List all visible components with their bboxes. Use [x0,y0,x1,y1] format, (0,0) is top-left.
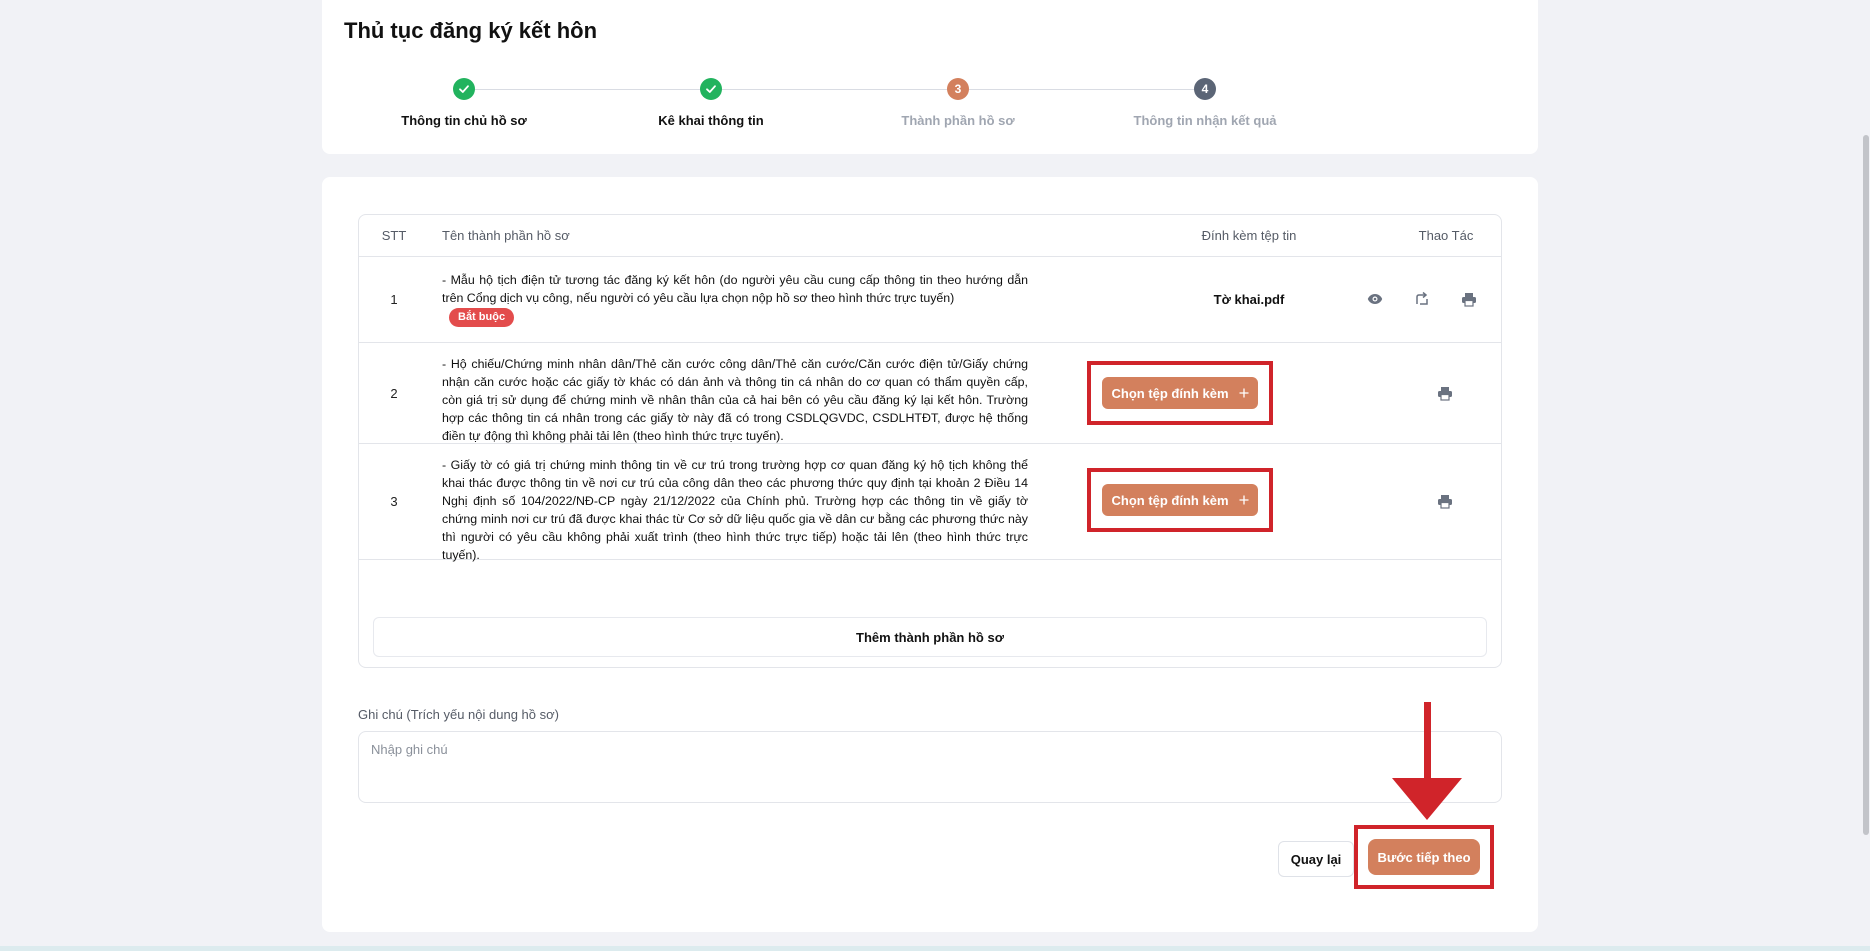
note-label: Ghi chú (Trích yếu nội dung hồ sơ) [358,707,559,722]
table-row: 1 - Mẫu hộ tịch điện tử tương tác đăng k… [359,257,1501,343]
printer-icon[interactable] [1434,490,1456,512]
step-1: Thông tin chủ hồ sơ [364,76,564,128]
step-3: 3 Thành phần hồ sơ [858,76,1058,128]
attach-file-button[interactable]: Chọn tệp đính kèm [1102,484,1258,516]
col-attachment: Đính kèm tệp tin [1201,228,1297,243]
step-label: Kê khai thông tin [658,113,764,128]
row-name: - Mẫu hộ tịch điện tử tương tác đăng ký … [442,271,1028,327]
check-icon [700,78,722,100]
attach-file-button[interactable]: Chọn tệp đính kèm [1102,377,1258,409]
main-card: STT Tên thành phần hồ sơ Đính kèm tệp ti… [322,177,1538,932]
table-header: STT Tên thành phần hồ sơ Đính kèm tệp ti… [359,215,1501,257]
table-row: 3 - Giấy tờ có giá trị chứng minh thông … [359,444,1501,562]
step-number: 4 [1194,78,1216,100]
row-stt: 2 [390,386,398,401]
highlight-frame: Chọn tệp đính kèm [1087,468,1273,532]
attach-label: Chọn tệp đính kèm [1111,385,1229,401]
stepper: Thông tin chủ hồ sơ Kê khai thông tin 3 … [322,76,1538,136]
step-label: Thành phần hồ sơ [901,113,1015,128]
row-name: - Giấy tờ có giá trị chứng minh thông ti… [442,458,1028,562]
attach-label: Chọn tệp đính kèm [1111,492,1229,508]
step-2: Kê khai thông tin [611,76,811,128]
highlight-frame: Chọn tệp đính kèm [1087,361,1273,425]
step-number: 3 [947,78,969,100]
col-name: Tên thành phần hồ sơ [442,228,570,243]
col-actions: Thao Tác [1418,228,1474,243]
printer-icon[interactable] [1458,288,1480,310]
scrollbar[interactable] [1862,0,1870,951]
note-input[interactable] [358,731,1502,803]
arrow-down-icon [1392,702,1462,820]
highlight-frame: Bước tiếp theo [1354,825,1494,889]
add-document-button[interactable]: Thêm thành phần hồ sơ [373,617,1487,657]
back-button[interactable]: Quay lại [1278,841,1354,877]
scrollbar-thumb[interactable] [1863,135,1869,835]
row-stt: 1 [390,292,398,307]
page-title: Thủ tục đăng ký kết hôn [344,18,598,43]
step-4: 4 Thông tin nhận kết quả [1105,76,1305,128]
row-name: - Hộ chiếu/Chứng minh nhân dân/Thẻ căn c… [442,357,1028,443]
step-label: Thông tin chủ hồ sơ [401,113,527,128]
header-card: Thủ tục đăng ký kết hôn Thông tin chủ hồ… [322,0,1538,154]
bottom-strip [0,946,1870,951]
attached-file-name[interactable]: Tờ khai.pdf [1119,292,1379,307]
plus-icon [1239,386,1249,401]
row-name-text: - Mẫu hộ tịch điện tử tương tác đăng ký … [442,273,1028,305]
check-icon [453,78,475,100]
documents-table: STT Tên thành phần hồ sơ Đính kèm tệp ti… [358,214,1502,668]
share-icon[interactable] [1411,288,1433,310]
table-row: 2 - Hộ chiếu/Chứng minh nhân dân/Thẻ căn… [359,343,1501,444]
next-step-button[interactable]: Bước tiếp theo [1368,839,1480,875]
eye-icon[interactable] [1364,288,1386,310]
row-stt: 3 [390,494,398,509]
required-badge: Bắt buộc [449,308,515,327]
step-label: Thông tin nhận kết quả [1133,113,1277,128]
plus-icon [1239,493,1249,508]
printer-icon[interactable] [1434,382,1456,404]
col-stt: STT [381,228,407,243]
